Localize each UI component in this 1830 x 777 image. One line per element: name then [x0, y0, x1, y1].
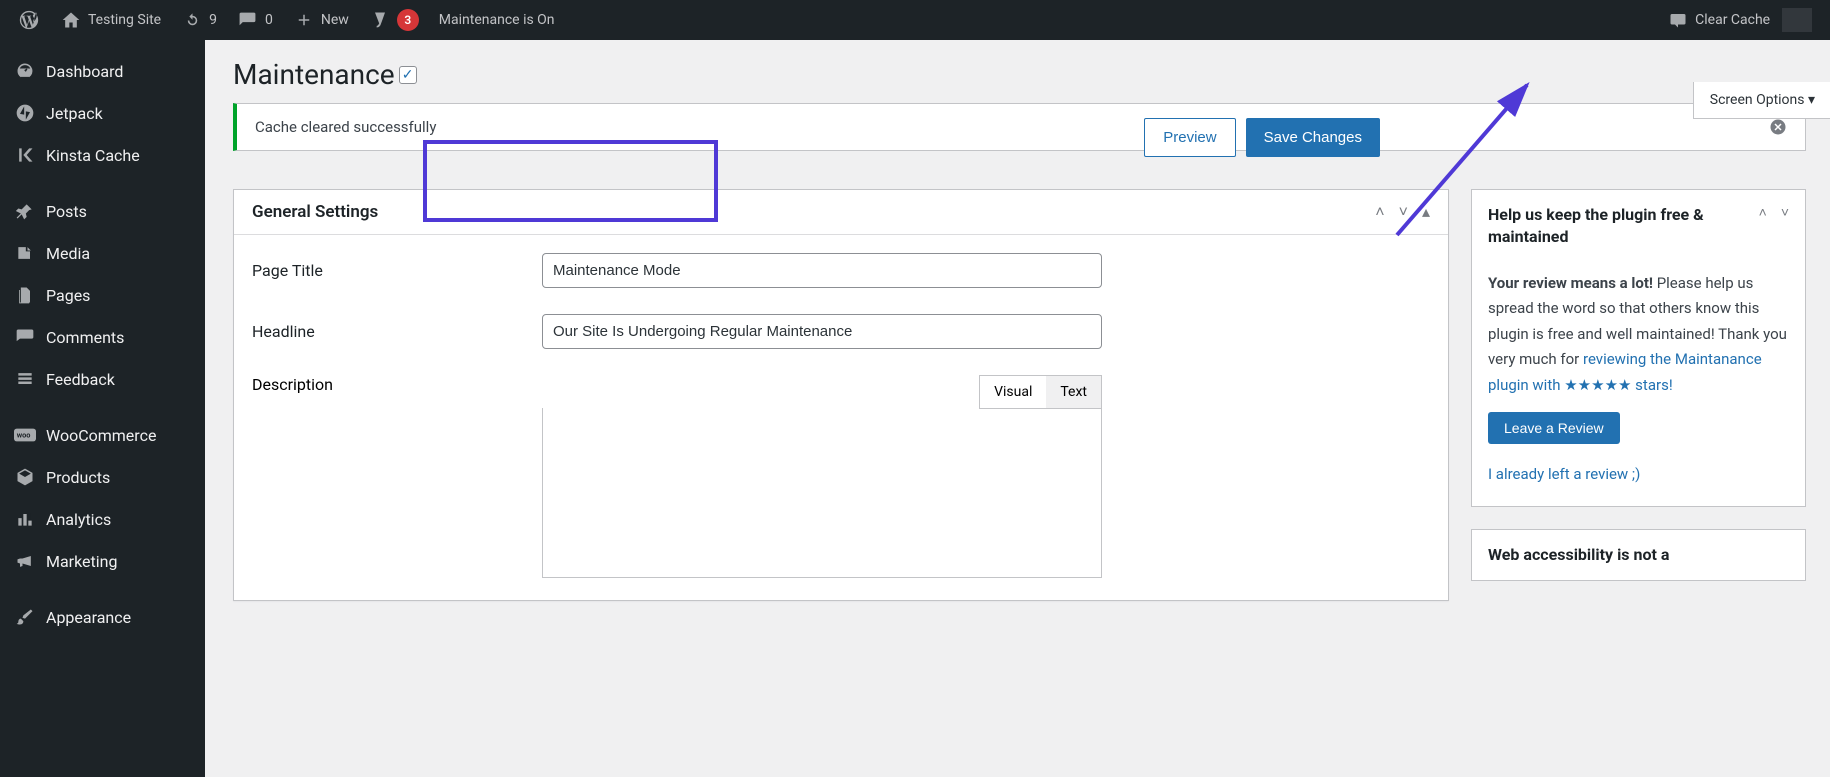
leave-review-button[interactable]: Leave a Review [1488, 412, 1620, 444]
sidebar-label: Feedback [46, 370, 115, 389]
sidebar-item-kinsta[interactable]: Kinsta Cache [0, 134, 205, 176]
sidebar-label: Media [46, 244, 90, 263]
dismiss-notice[interactable] [1769, 118, 1787, 136]
move-down-icon[interactable]: ˅ [1781, 204, 1789, 221]
wp-logo[interactable] [8, 0, 50, 40]
tab-text[interactable]: Text [1046, 376, 1101, 408]
description-editor[interactable] [542, 408, 1102, 578]
dashboard-icon [14, 60, 36, 82]
accessibility-title: Web accessibility is not a [1488, 544, 1669, 566]
pages-icon [14, 284, 36, 306]
sidebar-item-posts[interactable]: Posts [0, 190, 205, 232]
comments-link[interactable]: 0 [227, 0, 283, 40]
comment-icon [237, 9, 259, 31]
sidebar-label: Comments [46, 328, 124, 347]
review-box-title: Help us keep the plugin free & maintaine… [1488, 204, 1759, 249]
yoast-link[interactable]: 3 [359, 0, 429, 40]
clear-cache-button[interactable]: Clear Cache [1657, 0, 1822, 40]
postbox-header: General Settings ˄ ˅ ▴ [234, 190, 1448, 235]
maintenance-checkbox[interactable]: ✓ [399, 66, 417, 84]
home-icon [60, 9, 82, 31]
analytics-icon [14, 508, 36, 530]
svg-text:woo: woo [17, 431, 31, 440]
header-actions: Preview Save Changes [1144, 118, 1380, 157]
sidebar-label: Dashboard [46, 62, 123, 81]
sidebar-item-woocommerce[interactable]: woo WooCommerce [0, 414, 205, 456]
move-down-icon[interactable]: ˅ [1399, 202, 1408, 222]
editor-tabs: Visual Text [979, 375, 1102, 409]
brush-icon [14, 606, 36, 628]
sidebar-item-analytics[interactable]: Analytics [0, 498, 205, 540]
sidebar-label: Marketing [46, 552, 117, 571]
save-changes-button[interactable]: Save Changes [1246, 118, 1380, 157]
collapse-icon[interactable]: ▴ [1422, 202, 1430, 222]
site-name[interactable]: Testing Site [50, 0, 171, 40]
megaphone-icon [14, 550, 36, 572]
maintenance-status-label: Maintenance is On [439, 12, 555, 28]
accessibility-box: Web accessibility is not a [1471, 529, 1806, 581]
chat-icon [1667, 9, 1689, 31]
kinsta-icon [14, 144, 36, 166]
yoast-badge: 3 [397, 9, 419, 31]
sidebar-item-comments[interactable]: Comments [0, 316, 205, 358]
sidebar-item-products[interactable]: Products [0, 456, 205, 498]
sidebar-item-jetpack[interactable]: Jetpack [0, 92, 205, 134]
new-content[interactable]: New [283, 0, 359, 40]
clear-cache-box [1782, 8, 1812, 32]
jetpack-icon [14, 102, 36, 124]
preview-button[interactable]: Preview [1144, 118, 1235, 157]
page-title-label: Page Title [252, 261, 542, 280]
already-reviewed-link[interactable]: I already left a review ;) [1488, 462, 1640, 488]
products-icon [14, 466, 36, 488]
maintenance-status[interactable]: Maintenance is On [429, 0, 565, 40]
sidebar-item-appearance[interactable]: Appearance [0, 596, 205, 638]
updates-icon [181, 9, 203, 31]
admin-sidebar: Dashboard Jetpack Kinsta Cache Posts Med… [0, 40, 205, 777]
review-box: Help us keep the plugin free & maintaine… [1471, 189, 1806, 507]
updates-count: 9 [209, 12, 217, 28]
sidebar-label: Kinsta Cache [46, 146, 140, 165]
sidebar-label: Appearance [46, 608, 131, 627]
postbox-title: General Settings [252, 202, 378, 222]
sidebar-label: Analytics [46, 510, 111, 529]
media-icon [14, 242, 36, 264]
sidebar-label: Pages [46, 286, 90, 305]
admin-bar: Testing Site 9 0 New 3 Maintenance is On… [0, 0, 1830, 40]
page-title-input[interactable] [542, 253, 1102, 288]
sidebar-label: Posts [46, 202, 87, 221]
content-area: Screen Options ▾ Maintenance✓ Preview Sa… [205, 40, 1830, 777]
comments-count: 0 [265, 12, 273, 28]
move-up-icon[interactable]: ˄ [1375, 202, 1384, 222]
sidebar-label: Jetpack [46, 104, 103, 123]
updates-link[interactable]: 9 [171, 0, 227, 40]
site-name-label: Testing Site [88, 12, 161, 28]
sidebar-label: Products [46, 468, 110, 487]
clear-cache-label: Clear Cache [1695, 12, 1770, 28]
plus-icon [293, 9, 315, 31]
sidebar-item-media[interactable]: Media [0, 232, 205, 274]
tab-visual[interactable]: Visual [980, 376, 1046, 408]
success-notice: Cache cleared successfully [233, 103, 1806, 151]
sidebar-item-marketing[interactable]: Marketing [0, 540, 205, 582]
feedback-icon [14, 368, 36, 390]
sidebar-item-dashboard[interactable]: Dashboard [0, 50, 205, 92]
description-label: Description [252, 375, 542, 394]
notice-text: Cache cleared successfully [255, 118, 436, 136]
review-text: Your review means a lot! Please help us … [1488, 271, 1789, 399]
move-up-icon[interactable]: ˄ [1759, 204, 1767, 221]
pushpin-icon [14, 200, 36, 222]
wordpress-icon [18, 9, 40, 31]
sidebar-item-pages[interactable]: Pages [0, 274, 205, 316]
general-settings-box: General Settings ˄ ˅ ▴ Page Title [233, 189, 1449, 601]
yoast-icon [369, 9, 391, 31]
page-title: Maintenance✓ [233, 58, 1806, 91]
headline-label: Headline [252, 322, 542, 341]
woo-icon: woo [14, 424, 36, 446]
sidebar-item-feedback[interactable]: Feedback [0, 358, 205, 400]
screen-options-tab[interactable]: Screen Options ▾ [1693, 82, 1830, 119]
comments-icon [14, 326, 36, 348]
new-label: New [321, 12, 349, 28]
sidebar-label: WooCommerce [46, 426, 156, 445]
headline-input[interactable] [542, 314, 1102, 349]
